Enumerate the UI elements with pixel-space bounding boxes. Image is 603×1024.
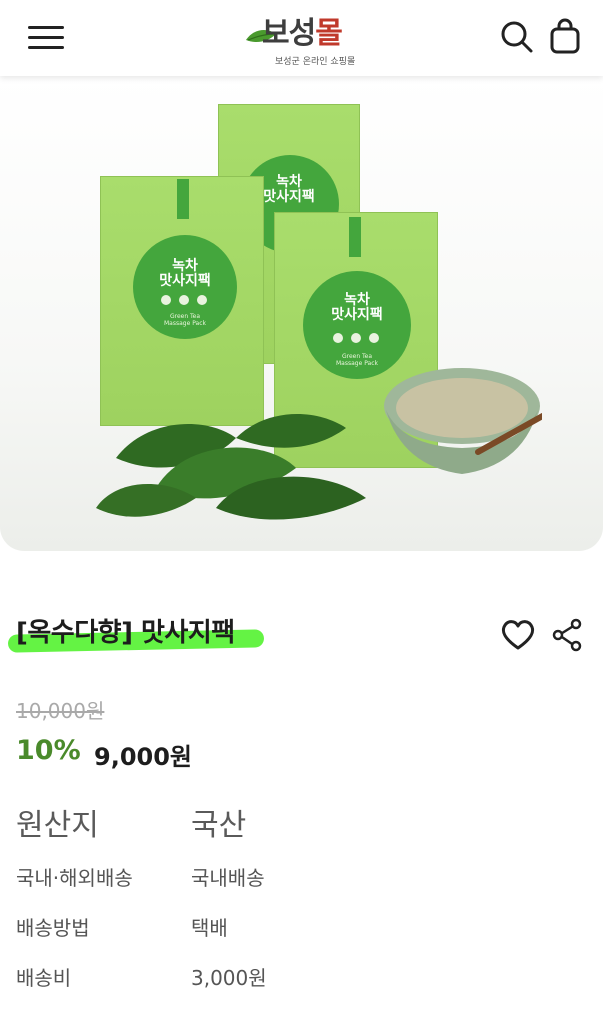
info-key: 배송비 <box>16 966 72 990</box>
heart-icon[interactable] <box>501 619 535 651</box>
cart-icon[interactable] <box>548 18 582 54</box>
info-row-origin: 원산지 국산 <box>16 800 576 844</box>
info-value: 국산 <box>191 808 247 843</box>
info-value: 국내배송 <box>191 866 265 890</box>
search-icon[interactable] <box>500 20 534 54</box>
info-key: 배송방법 <box>16 916 90 940</box>
info-value: 택배 <box>191 916 228 940</box>
site-logo[interactable]: 보성몰 보성군 온라인 쇼핑몰 <box>244 8 360 68</box>
info-key: 국내·해외배송 <box>16 866 133 890</box>
share-icon[interactable] <box>550 618 584 652</box>
info-row-shipping-method: 배송방법 택배 <box>16 912 576 942</box>
product-title: [옥수다향] 맛사지팩 <box>16 618 235 648</box>
info-value: 3,000원 <box>191 966 267 990</box>
discount-rate: 10% <box>16 735 81 766</box>
sale-price: 9,000원 <box>94 743 192 771</box>
pack-box-left: 녹차 맛사지팩 Green Tea Massage Pack <box>100 176 264 426</box>
logo-text: 보성몰 <box>262 16 343 51</box>
tea-leaves <box>96 414 366 520</box>
info-row-shipping-region: 국내·해외배송 국내배송 <box>16 862 576 892</box>
product-image[interactable]: 녹차 맛사지팩 녹차 맛사지팩 Green Tea Massage Pack 녹차 맛사… <box>0 76 603 551</box>
powder-bowl <box>384 368 542 474</box>
product-title-area: [옥수다향] 맛사지팩 <box>7 612 265 660</box>
menu-icon[interactable] <box>28 24 64 52</box>
logo-subtitle: 보성군 온라인 쇼핑몰 <box>275 57 356 67</box>
top-header: 보성몰 보성군 온라인 쇼핑몰 <box>0 0 603 76</box>
info-row-shipping-fee: 배송비 3,000원 <box>16 962 576 992</box>
original-price: 10,000원 <box>16 699 105 723</box>
info-key: 원산지 <box>16 808 99 843</box>
